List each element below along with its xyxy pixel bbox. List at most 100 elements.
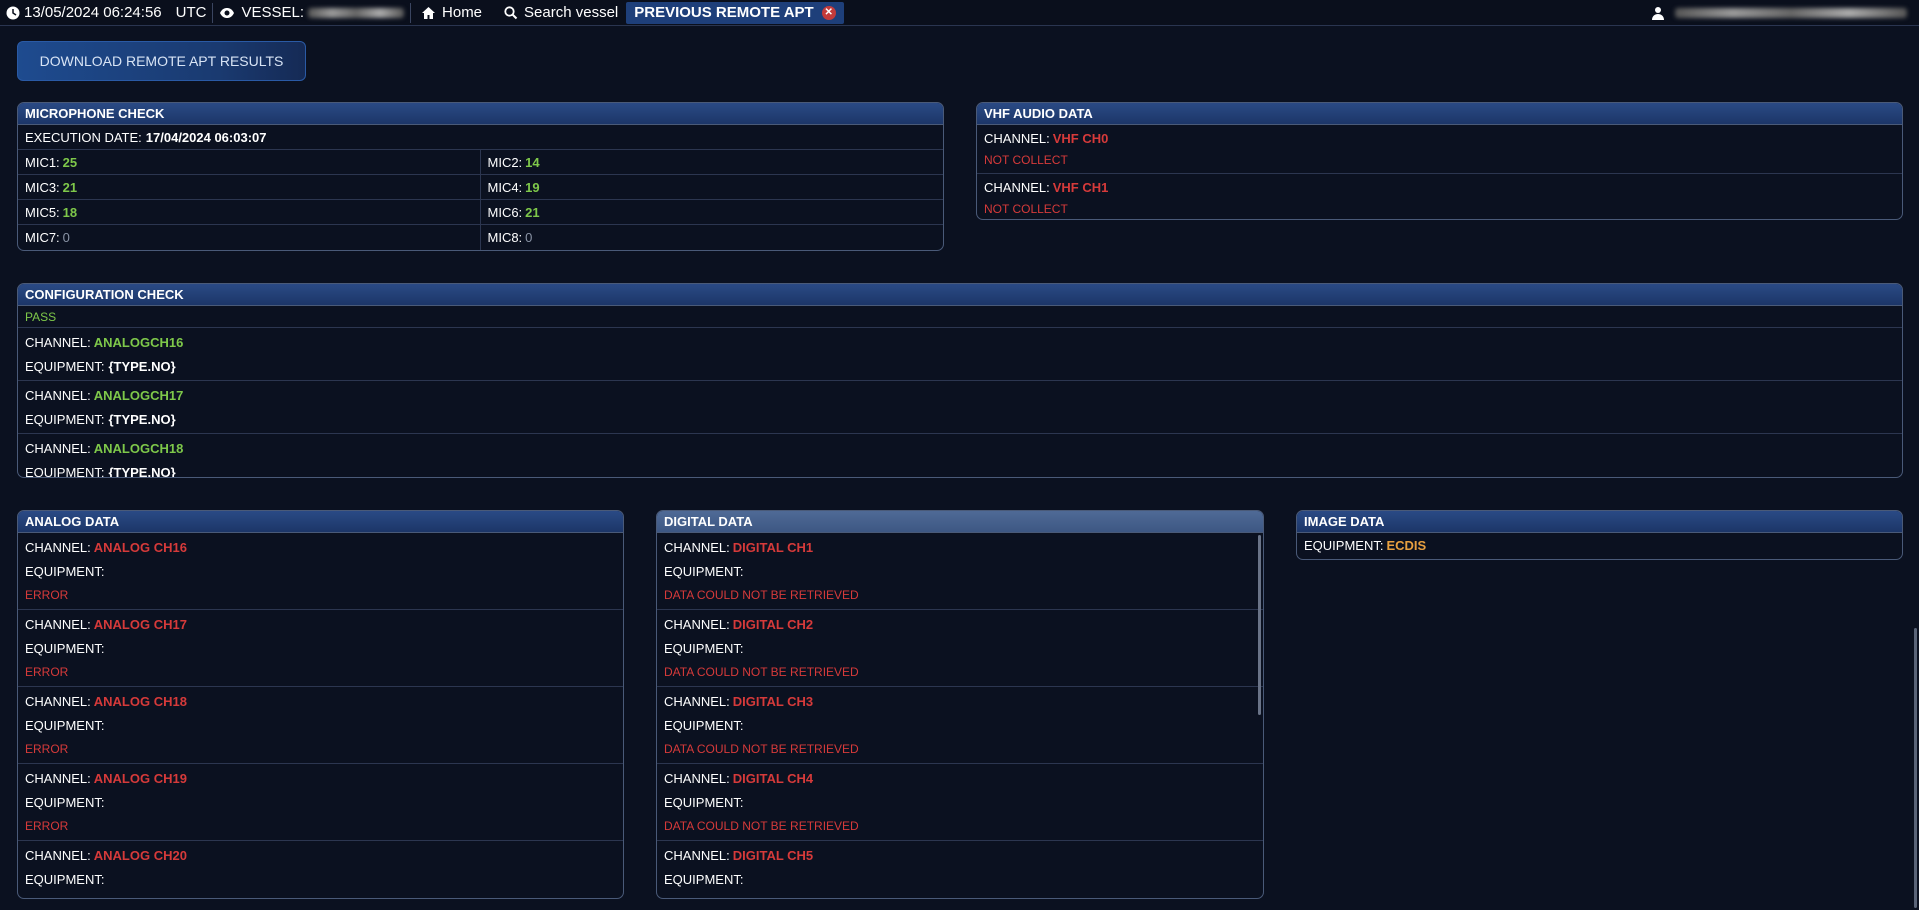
equipment-label: EQUIPMENT:: [25, 358, 105, 374]
status-text: DATA COULD NOT BE RETRIEVED: [657, 891, 1263, 898]
user-icon: [1651, 6, 1665, 20]
panel-title: DIGITAL DATA: [657, 511, 1263, 533]
status-text: ERROR: [25, 819, 69, 833]
user-name-redacted: [1675, 7, 1907, 18]
search-icon: [504, 5, 518, 20]
mic-label: MIC3:: [25, 179, 60, 195]
divider: [410, 2, 412, 23]
datetime-display: 13/05/2024 06:24:56 UTC: [0, 0, 212, 26]
user-menu[interactable]: [1651, 6, 1919, 20]
channel-label: CHANNEL:: [664, 616, 730, 632]
exec-value: 17/04/2024 06:03:07: [145, 129, 267, 145]
mic-value: 14: [525, 154, 540, 170]
mic-cell: MIC4: 19: [480, 175, 943, 200]
channel-value: VHF CH0: [1052, 130, 1109, 146]
execution-date-row: EXECUTION DATE: 17/04/2024 06:03:07: [18, 125, 943, 150]
vessel-label: VESSEL:: [241, 4, 305, 21]
mic-label: MIC7:: [25, 230, 60, 245]
config-item: CHANNEL: ANALOGCH18 EQUIPMENT: {TYPE.NO}: [18, 434, 1902, 478]
status-text: ERROR: [25, 588, 69, 602]
equipment-value: ECDIS: [1386, 538, 1427, 553]
mic-value: 21: [62, 179, 78, 195]
channel-value: ANALOG CH16: [93, 539, 187, 555]
home-link[interactable]: Home: [415, 0, 488, 26]
analog-item: CHANNEL: ANALOG CH19 EQUIPMENT: ERROR: [18, 764, 623, 841]
image-equipment-row: EQUIPMENT: ECDIS: [1297, 533, 1902, 558]
status-text: NOT COLLECT: [984, 153, 1068, 167]
vessel-selector[interactable]: VESSEL:: [213, 0, 410, 26]
home-icon: [421, 6, 436, 20]
clock-icon: [6, 6, 20, 20]
mic-value: 19: [525, 179, 540, 195]
channel-label: CHANNEL:: [25, 616, 91, 632]
mic-value: 25: [62, 154, 78, 170]
channel-label: CHANNEL:: [664, 770, 730, 786]
channel-label: CHANNEL:: [25, 847, 91, 863]
mic-label: MIC6:: [487, 204, 523, 220]
mic-label: MIC2:: [487, 154, 523, 170]
equipment-label: EQUIPMENT:: [664, 640, 744, 656]
analog-item: CHANNEL: ANALOG CH17 EQUIPMENT: ERROR: [18, 610, 623, 687]
download-results-button[interactable]: DOWNLOAD REMOTE APT RESULTS: [17, 41, 306, 81]
analog-list[interactable]: CHANNEL: ANALOG CH16 EQUIPMENT: ERROR CHA…: [18, 533, 623, 898]
image-data-panel: IMAGE DATA EQUIPMENT: ECDIS: [1296, 510, 1903, 560]
vhf-audio-panel: VHF AUDIO DATA CHANNEL: VHF CH0 NOT COLLE…: [976, 102, 1903, 220]
channel-value: DIGITAL CH3: [732, 693, 814, 709]
mic-label: MIC1:: [25, 154, 60, 170]
configuration-check-panel: CONFIGURATION CHECK PASS CHANNEL: ANALOGC…: [17, 283, 1903, 478]
equipment-label: EQUIPMENT:: [664, 717, 744, 733]
datetime-text: 13/05/2024 06:24:56: [24, 4, 162, 21]
exec-label: EXECUTION DATE:: [25, 129, 142, 145]
page-scrollbar[interactable]: [1914, 628, 1917, 908]
mic-cell: MIC8: 0: [481, 225, 944, 250]
equipment-label: EQUIPMENT:: [664, 794, 744, 810]
tab-label: PREVIOUS REMOTE APT: [634, 4, 814, 21]
digital-item: CHANNEL: DIGITAL CH1 EQUIPMENT: DATA COUL…: [657, 533, 1263, 610]
equipment-label: EQUIPMENT:: [25, 717, 105, 733]
search-label: Search vessel: [524, 4, 619, 21]
channel-value: ANALOG CH20: [93, 847, 187, 863]
channel-label: CHANNEL:: [664, 847, 730, 863]
status-text: DATA COULD NOT BE RETRIEVED: [664, 819, 859, 833]
channel-label: CHANNEL:: [25, 693, 91, 709]
mic-cell: MIC5: 18: [18, 200, 481, 225]
top-bar: 13/05/2024 06:24:56 UTC VESSEL: Home Sea…: [0, 0, 1919, 26]
digital-item: CHANNEL: DIGITAL CH2 EQUIPMENT: DATA COUL…: [657, 610, 1263, 687]
status-text: DATA COULD NOT BE RETRIEVED: [664, 742, 859, 756]
tab-previous-remote-apt[interactable]: PREVIOUS REMOTE APT ✕: [626, 1, 844, 24]
equipment-value: {TYPE.NO}: [108, 464, 176, 478]
digital-list[interactable]: CHANNEL: DIGITAL CH1 EQUIPMENT: DATA COUL…: [657, 533, 1263, 899]
channel-label: CHANNEL:: [25, 770, 91, 786]
mic-grid: MIC1: 25 MIC2: 14 MIC3: 21 MIC4: 19 MIC5: 18 …: [18, 150, 943, 250]
channel-value: DIGITAL CH4: [732, 770, 814, 786]
status-text: ERROR: [18, 891, 623, 898]
equipment-label: EQUIPMENT:: [25, 411, 105, 427]
digital-item: CHANNEL:DIGITAL CH5 EQUIPMENT: DATA COUL…: [657, 841, 1263, 899]
equipment-label: EQUIPMENT:: [25, 794, 105, 810]
channel-label: CHANNEL:: [664, 539, 730, 555]
config-status: PASS: [18, 306, 1902, 328]
analog-item: CHANNEL: ANALOG CH18 EQUIPMENT: ERROR: [18, 687, 623, 764]
mic-value: 0: [62, 230, 70, 245]
equipment-label: EQUIPMENT:: [664, 871, 744, 887]
mic-value: 21: [525, 204, 540, 220]
equipment-value: {TYPE.NO}: [108, 358, 176, 374]
digital-item: CHANNEL: DIGITAL CH3 EQUIPMENT: DATA COUL…: [657, 687, 1263, 764]
mic-cell: MIC2: 14: [480, 150, 943, 175]
analog-item: CHANNEL: ANALOG CH16 EQUIPMENT: ERROR: [18, 533, 623, 610]
equipment-label: EQUIPMENT:: [664, 563, 744, 579]
channel-value: ANALOGCH18: [93, 440, 184, 456]
channel-value: DIGITAL CH5: [732, 847, 814, 863]
mic-cell: MIC6: 21: [480, 200, 943, 225]
vessel-name-redacted: [308, 7, 405, 18]
channel-value: ANALOG CH18: [93, 693, 187, 709]
status-text: NOT COLLECT: [984, 202, 1068, 216]
close-icon[interactable]: ✕: [821, 5, 836, 20]
config-item: CHANNEL: ANALOGCH17 EQUIPMENT: {TYPE.NO}: [18, 381, 1902, 434]
mic-cell: MIC1: 25: [18, 150, 481, 175]
equipment-label: EQUIPMENT:: [25, 640, 105, 656]
digital-scrollbar[interactable]: [1258, 535, 1261, 715]
channel-label: CHANNEL:: [664, 693, 730, 709]
search-vessel-link[interactable]: Search vessel: [498, 0, 624, 26]
panel-title: IMAGE DATA: [1297, 511, 1902, 533]
